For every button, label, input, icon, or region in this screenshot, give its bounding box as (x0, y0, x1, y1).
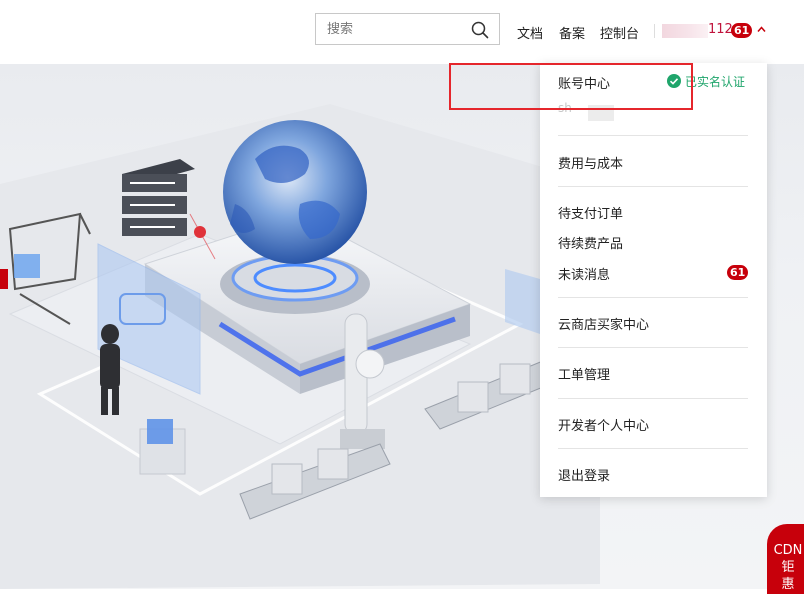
menu-item-unread-messages[interactable]: 未读消息 (558, 264, 610, 283)
nav-divider (654, 24, 655, 38)
cdn-tab-line3: 惠 (781, 577, 795, 592)
search-box[interactable] (315, 13, 500, 45)
search-input[interactable] (316, 14, 466, 44)
menu-divider (558, 347, 748, 348)
nav-link-filing[interactable]: 备案 (559, 23, 585, 42)
menu-item-marketplace[interactable]: 云商店买家中心 (558, 314, 649, 333)
username-blurred[interactable] (662, 24, 708, 38)
account-dropdown-menu: 账号中心 已实名认证 sh 费用与成本 待支付订单 待续费产品 未读消息 61 … (540, 63, 767, 497)
search-icon[interactable] (471, 21, 489, 39)
nav-link-console[interactable]: 控制台 (600, 23, 639, 42)
user-message-badge: 61 (731, 23, 753, 38)
highlight-annotation-box (449, 63, 693, 110)
menu-item-developer-center[interactable]: 开发者个人中心 (558, 415, 649, 434)
chevron-up-icon[interactable] (757, 25, 766, 34)
menu-divider (558, 297, 748, 298)
menu-item-billing[interactable]: 费用与成本 (558, 153, 623, 172)
menu-item-renewal-products[interactable]: 待续费产品 (558, 233, 623, 252)
top-header: 文档 备案 控制台 112 61 (0, 0, 804, 64)
menu-item-logout[interactable]: 退出登录 (558, 465, 610, 484)
nav-link-docs[interactable]: 文档 (517, 23, 543, 42)
menu-item-pending-orders[interactable]: 待支付订单 (558, 203, 623, 222)
menu-divider (558, 448, 748, 449)
menu-divider (558, 398, 748, 399)
cdn-tab-line1: CDN (773, 543, 803, 558)
menu-divider (558, 186, 748, 187)
verified-label: 已实名认证 (685, 74, 746, 89)
cdn-promo-tab[interactable]: CDN 钜 惠 (767, 524, 804, 594)
username-suffix[interactable]: 112 (708, 22, 733, 37)
menu-item-tickets[interactable]: 工单管理 (558, 364, 610, 383)
cdn-tab-line2: 钜 (781, 560, 795, 575)
menu-divider (558, 135, 748, 136)
unread-count-badge: 61 (727, 265, 749, 280)
